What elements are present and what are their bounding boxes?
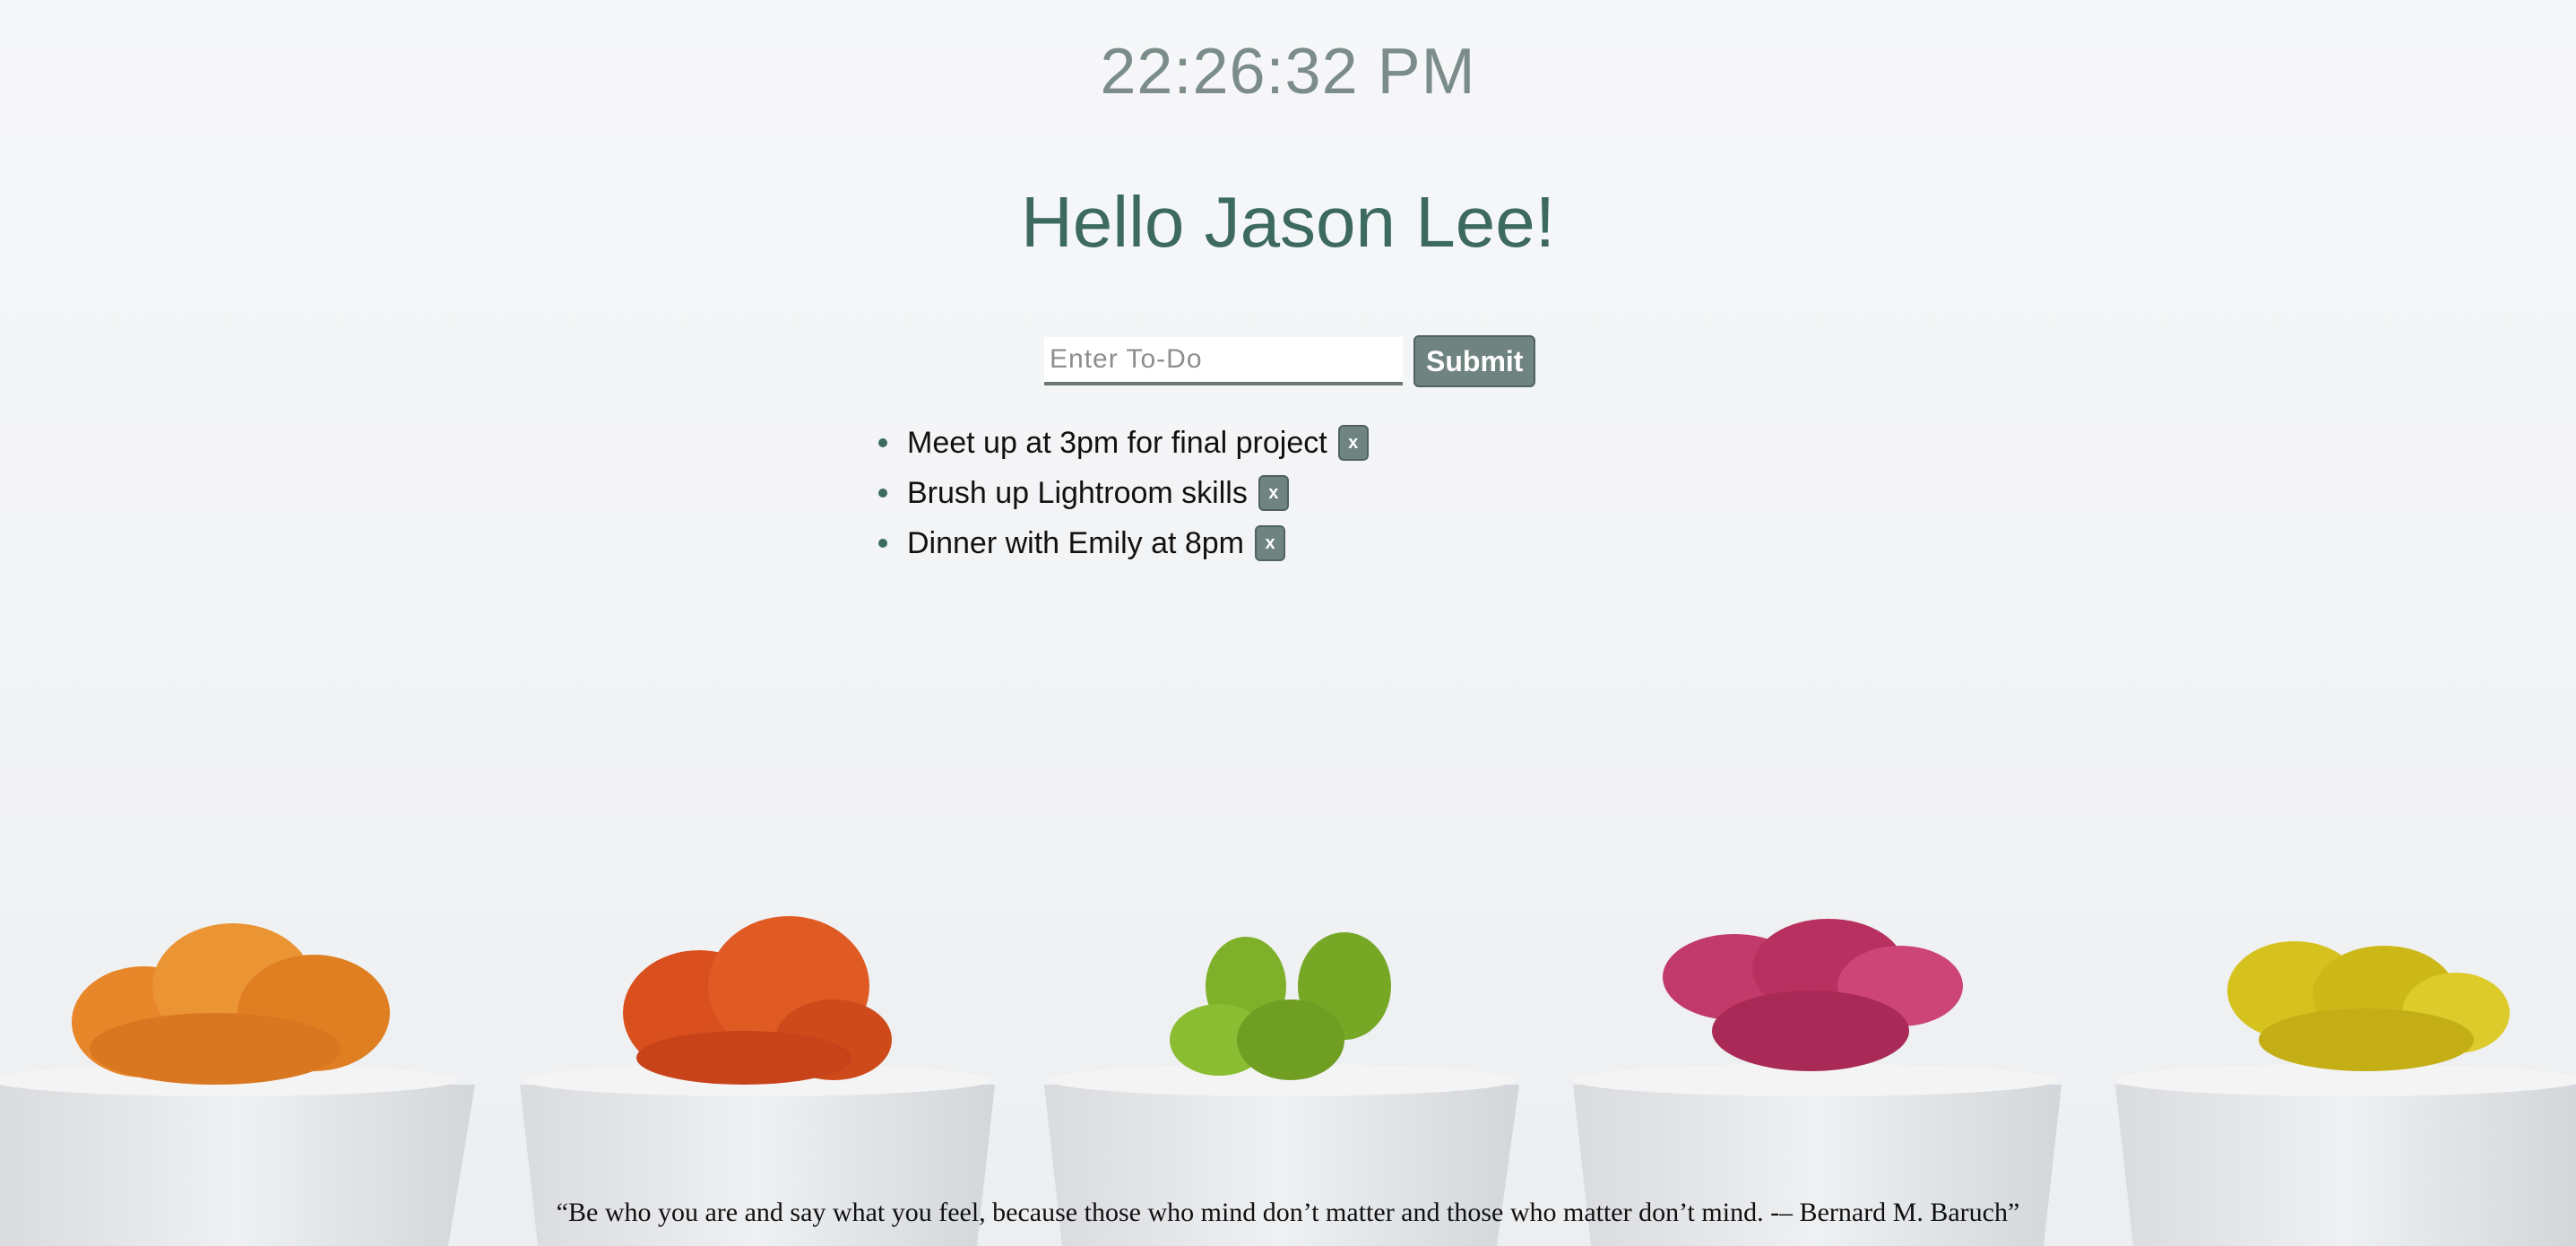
todo-list: Meet up at 3pm for final project x Brush… [878,418,1369,568]
bullet-icon [878,539,887,548]
bullet-icon [878,438,887,447]
delete-todo-button[interactable]: x [1258,475,1289,511]
todo-item: Dinner with Emily at 8pm x [878,518,1369,568]
todo-item: Meet up at 3pm for final project x [878,418,1369,468]
cactus-background-image [0,916,2576,1246]
greeting-heading: Hello Jason Lee! [1021,182,1555,262]
todo-item: Brush up Lightroom skills x [878,468,1369,518]
delete-todo-button[interactable]: x [1337,425,1369,461]
bullet-icon [878,489,887,498]
submit-button[interactable]: Submit [1413,335,1536,387]
clock-time: 22:26:32 PM [1100,36,1476,108]
todo-input[interactable] [1044,337,1403,385]
quote-text: “Be who you are and say what you feel, b… [556,1198,2020,1227]
delete-todo-button[interactable]: x [1255,525,1286,561]
todo-form: Submit [1044,335,1536,387]
todo-text: Meet up at 3pm for final project [907,425,1327,460]
todo-text: Dinner with Emily at 8pm [907,525,1245,560]
cactus-pot-red [520,916,995,1246]
todo-text: Brush up Lightroom skills [907,475,1248,510]
